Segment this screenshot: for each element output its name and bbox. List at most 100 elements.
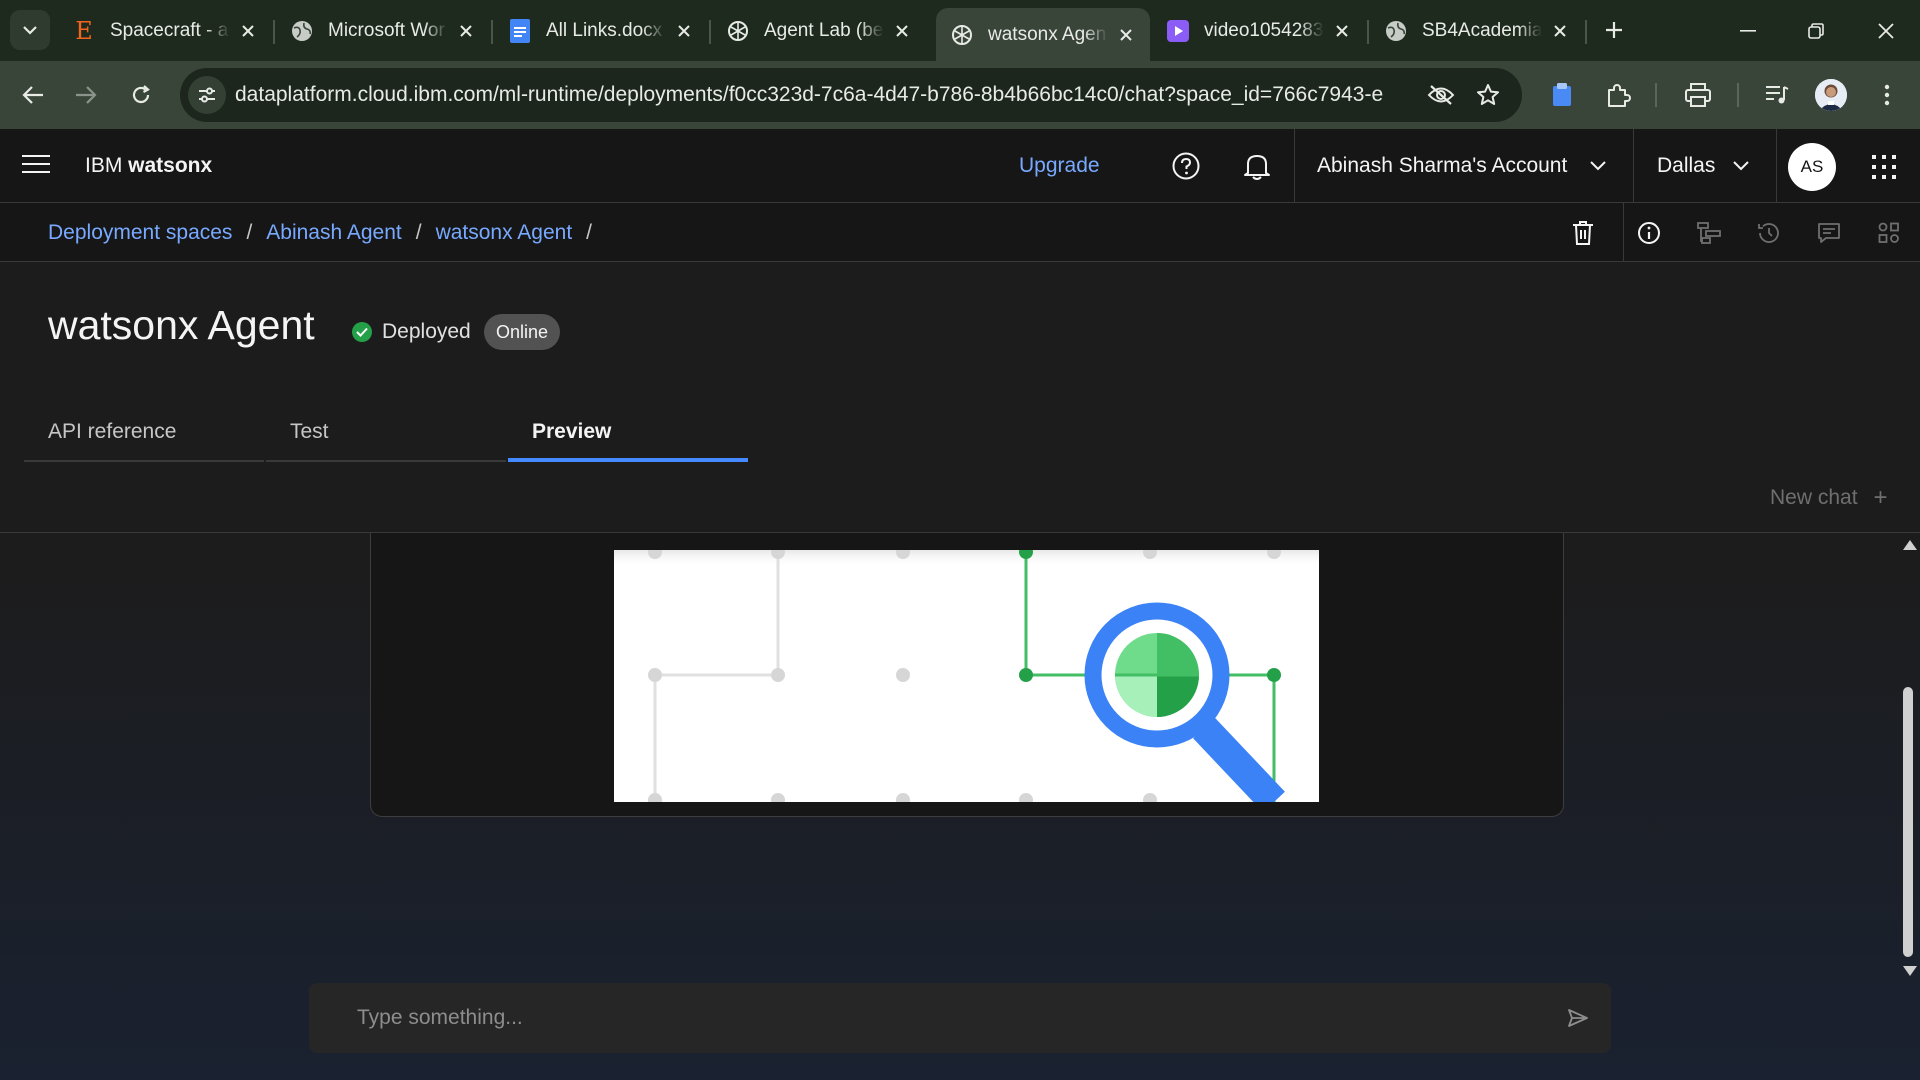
openai-icon [950, 23, 974, 47]
arrow-right-icon [76, 86, 97, 104]
status-badge: Online [484, 314, 561, 350]
reload-button[interactable] [121, 75, 161, 115]
browser-tab-title: Spacecraft - ai [110, 20, 230, 41]
browser-tab-title: All Links.docx [546, 20, 663, 41]
url-text[interactable]: dataplatform.cloud.ibm.com/ml-runtime/de… [235, 83, 1385, 107]
breadcrumb-watsonx-agent[interactable]: watsonx Agent [436, 221, 573, 245]
close-icon[interactable] [672, 19, 696, 43]
browser-tab-title: watsonx Agen [988, 23, 1107, 45]
close-window-button[interactable] [1852, 0, 1920, 61]
breadcrumb-bar: Deployment spaces / Abinash Agent / wats… [0, 203, 1920, 262]
help-icon[interactable] [1169, 149, 1203, 183]
browser-tab[interactable]: Agent Lab (be [712, 8, 926, 54]
close-icon[interactable] [1114, 23, 1138, 47]
tab-test[interactable]: Test [266, 382, 506, 462]
main-content: watsonx Agent Deployed Online API refere… [0, 262, 1920, 1080]
breadcrumb-abinash-agent[interactable]: Abinash Agent [266, 221, 401, 245]
trash-icon[interactable] [1566, 216, 1600, 250]
close-icon[interactable] [236, 19, 260, 43]
browser-tab[interactable]: SB4Academia [1370, 8, 1584, 54]
back-button[interactable] [13, 75, 53, 115]
browser-tab[interactable]: E Spacecraft - ai [58, 8, 272, 54]
info-icon[interactable] [1632, 216, 1666, 250]
region-selector[interactable]: Dallas [1657, 154, 1715, 178]
browser-tab-active[interactable]: watsonx Agen [936, 8, 1150, 61]
checkmark-icon [352, 322, 372, 342]
app-header: IBM watsonx Upgrade Abinash Sharma's Acc… [0, 129, 1920, 203]
browser-tab-title: video1054283 [1204, 20, 1324, 41]
reload-icon [132, 85, 150, 104]
breadcrumb-deployment-spaces[interactable]: Deployment spaces [48, 221, 232, 245]
browser-tab[interactable]: Microsoft Wor [276, 8, 490, 54]
restore-button[interactable] [1782, 0, 1850, 61]
minimize-icon [1740, 29, 1756, 32]
browser-menu-icon[interactable] [1870, 78, 1904, 112]
openai-icon [726, 19, 750, 43]
minimize-button[interactable] [1714, 0, 1782, 61]
chevron-down-icon[interactable] [1590, 161, 1606, 171]
forward-button[interactable] [66, 75, 106, 115]
apps-icon[interactable] [1872, 216, 1906, 250]
site-info-button[interactable] [188, 76, 226, 114]
close-icon[interactable] [890, 19, 914, 43]
deployment-status: Deployed [352, 320, 471, 344]
chevron-down-icon[interactable] [1733, 161, 1749, 171]
notification-bell-icon[interactable] [1240, 149, 1274, 183]
plus-icon [1606, 22, 1622, 38]
media-queue-icon[interactable] [1760, 78, 1794, 112]
hierarchy-icon[interactable] [1692, 216, 1726, 250]
extensions-icon[interactable] [1601, 78, 1635, 112]
new-tab-button[interactable] [1596, 12, 1632, 48]
tab-search-button[interactable] [10, 10, 50, 50]
agent-illustration [614, 550, 1319, 802]
breadcrumb-separator: / [415, 221, 422, 244]
clipboard-extension-icon[interactable] [1545, 78, 1579, 112]
browser-profile-avatar[interactable] [1815, 79, 1847, 111]
close-icon [1878, 22, 1894, 39]
tab-preview[interactable]: Preview [508, 382, 748, 462]
address-bar[interactable]: dataplatform.cloud.ibm.com/ml-runtime/de… [180, 68, 1522, 122]
account-switcher[interactable]: Abinash Sharma's Account [1317, 154, 1567, 178]
chevron-down-icon [23, 26, 37, 35]
history-icon[interactable] [1752, 216, 1786, 250]
new-chat-label: New chat [1770, 486, 1858, 509]
globe-icon [1384, 19, 1408, 43]
browser-tab[interactable]: video1054283 [1152, 8, 1366, 54]
new-chat-button[interactable]: New chat + [1770, 484, 1888, 512]
browser-tab[interactable]: All Links.docx [494, 8, 708, 54]
status-text: Deployed [382, 320, 471, 343]
user-avatar[interactable]: AS [1788, 143, 1836, 191]
restore-icon [1808, 22, 1824, 39]
letter-e-icon: E [75, 17, 93, 45]
app-switcher-icon[interactable] [1872, 155, 1896, 179]
video-icon [1166, 19, 1190, 43]
bookmark-star-icon[interactable] [1474, 81, 1502, 109]
scrollbar-thumb[interactable] [1903, 687, 1913, 957]
plus-icon: + [1873, 484, 1888, 511]
send-icon[interactable] [1565, 1005, 1591, 1031]
breadcrumb-separator: / [586, 221, 593, 244]
breadcrumb: Deployment spaces / Abinash Agent / wats… [48, 221, 606, 245]
tab-api-reference[interactable]: API reference [24, 382, 264, 462]
menu-icon[interactable] [22, 155, 50, 177]
print-icon[interactable] [1681, 78, 1715, 112]
close-icon[interactable] [1548, 19, 1572, 43]
browser-toolbar: dataplatform.cloud.ibm.com/ml-runtime/de… [0, 61, 1920, 129]
close-icon[interactable] [454, 19, 478, 43]
browser-tab-title: Microsoft Wor [328, 20, 445, 41]
arrow-left-icon [22, 86, 43, 104]
page-title: watsonx Agent [48, 302, 315, 348]
close-icon[interactable] [1330, 19, 1354, 43]
chat-input[interactable] [357, 1001, 1507, 1035]
globe-icon [290, 19, 314, 43]
upgrade-link[interactable]: Upgrade [1019, 154, 1100, 178]
scroll-down-arrow-icon[interactable] [1903, 966, 1917, 976]
browser-tab-title: Agent Lab (be [764, 20, 884, 41]
product-name[interactable]: IBM watsonx [85, 154, 212, 178]
scroll-up-arrow-icon[interactable] [1903, 540, 1917, 550]
docs-icon [508, 19, 532, 43]
chat-icon[interactable] [1812, 216, 1846, 250]
eye-off-icon[interactable] [1427, 81, 1455, 109]
page-tabs: API reference Test Preview [24, 382, 749, 462]
breadcrumb-separator: / [246, 221, 253, 244]
